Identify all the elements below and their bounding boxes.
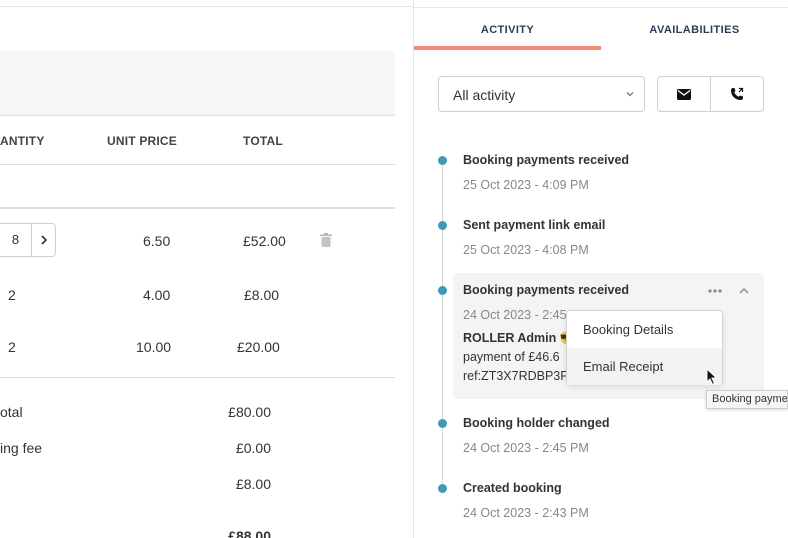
trash-icon[interactable] — [320, 233, 332, 247]
contact-button-group — [657, 76, 764, 112]
top-bar — [0, 0, 413, 7]
tab-activity[interactable]: ACTIVITY — [414, 8, 601, 51]
event-title: Sent payment link email — [463, 218, 606, 232]
summary-subtotal-value: £80.00 — [228, 404, 271, 420]
quantity-stepper-input[interactable]: 8 — [0, 223, 31, 257]
timeline-dot — [438, 484, 447, 493]
menu-item-booking-details[interactable]: Booking Details — [567, 311, 722, 348]
active-tab-indicator — [414, 46, 601, 50]
event-title: Created booking — [463, 481, 562, 495]
header-unit-price: UNIT PRICE — [107, 134, 178, 148]
section-header-band — [0, 51, 395, 115]
event-options-menu: Booking Details Email Receipt — [566, 310, 723, 385]
row2-total: £8.00 — [244, 287, 280, 303]
chevron-right-icon — [40, 235, 47, 245]
summary-subtotal-label: otal — [0, 404, 23, 420]
table-header: ANTITY UNIT PRICE TOTAL — [0, 115, 395, 165]
activity-filter-value: All activity — [453, 87, 516, 103]
header-quantity: ANTITY — [0, 134, 45, 148]
row1-total: £52.00 — [243, 233, 286, 249]
chevron-up-icon[interactable] — [737, 284, 751, 298]
event-title: Booking payments received — [463, 153, 630, 167]
event-time: 25 Oct 2023 - 4:08 PM — [463, 243, 589, 257]
tooltip: Booking payme — [706, 390, 788, 409]
row2-quantity: 2 — [8, 287, 16, 303]
event-detail-line: payment of £46.6 — [463, 350, 560, 364]
row3-total: £20.00 — [237, 339, 280, 355]
row1-unit-price: 6.50 — [143, 233, 171, 249]
timeline-dot — [438, 286, 447, 295]
event-time: 25 Oct 2023 - 4:09 PM — [463, 178, 589, 192]
event-title: Booking payments received — [463, 283, 630, 297]
timeline-dot — [438, 419, 447, 428]
booking-items-pane: ANTITY UNIT PRICE TOTAL 8 6.50 £52.00 2 … — [0, 0, 413, 538]
summary-grand-total-value: £88.00 — [228, 528, 271, 538]
summary-booking-fee-label: ing fee — [0, 440, 43, 456]
row3-unit-price: 10.00 — [136, 339, 172, 355]
chevron-down-icon — [626, 92, 634, 97]
event-time: 24 Oct 2023 - 2:45 PM — [463, 441, 589, 455]
table-divider — [0, 377, 395, 378]
activity-pane: ACTIVITY AVAILABILITIES All activity Boo… — [414, 0, 788, 538]
menu-item-email-receipt[interactable]: Email Receipt — [567, 348, 722, 385]
quantity-increment-button[interactable] — [31, 223, 56, 257]
mouse-cursor-icon — [706, 368, 718, 386]
call-button[interactable] — [711, 77, 763, 111]
activity-filter-select[interactable]: All activity — [438, 76, 645, 112]
timeline-line — [442, 160, 443, 490]
phone-icon — [731, 87, 744, 100]
row3-quantity: 2 — [8, 339, 16, 355]
summary-booking-fee-value: £0.00 — [235, 440, 271, 456]
event-author: ROLLER Admin 😎 — [463, 331, 576, 345]
timeline-dot — [438, 221, 447, 230]
table-blank-row — [0, 165, 395, 209]
event-time: 24 Oct 2023 - 2:45 — [463, 308, 567, 322]
tab-availabilities[interactable]: AVAILABILITIES — [601, 8, 788, 51]
row2-unit-price: 4.00 — [143, 287, 171, 303]
header-total: TOTAL — [243, 134, 283, 148]
event-title: Booking holder changed — [463, 416, 610, 430]
email-button[interactable] — [658, 77, 710, 111]
more-options-icon[interactable] — [706, 285, 724, 297]
tab-bar: ACTIVITY AVAILABILITIES — [414, 7, 788, 51]
event-detail-line: ref:ZT3X7RDBP3F — [463, 369, 568, 383]
timeline-dot — [438, 156, 447, 165]
event-time: 24 Oct 2023 - 2:43 PM — [463, 506, 589, 520]
summary-tax-value: £8.00 — [235, 476, 271, 492]
envelope-icon — [677, 88, 691, 100]
